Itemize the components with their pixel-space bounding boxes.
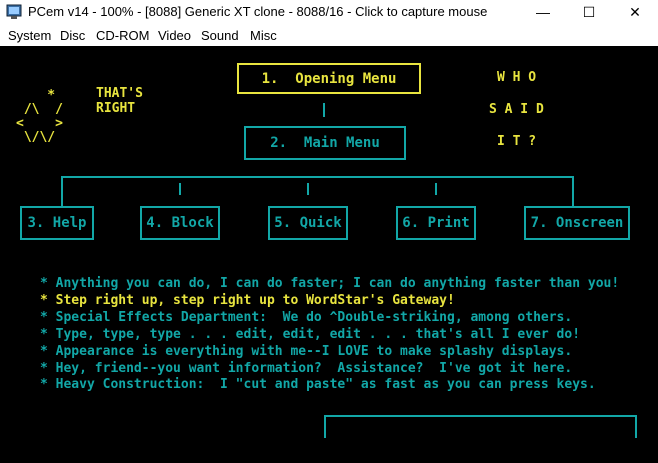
menu-sound[interactable]: Sound — [201, 28, 239, 43]
minimize-button[interactable]: — — [520, 0, 566, 25]
text-line: * Anything you can do, I can do faster; … — [40, 276, 620, 291]
connector-vertical — [323, 103, 325, 117]
help-menu-box[interactable]: 3. Help — [20, 206, 94, 240]
who-said-it-2: S A I D — [489, 102, 544, 117]
opening-menu-box[interactable]: 1. Opening Menu — [237, 63, 421, 94]
menu-disc[interactable]: Disc — [60, 28, 85, 43]
maximize-button[interactable]: ☐ — [566, 0, 612, 25]
block-menu-box[interactable]: 4. Block — [140, 206, 220, 240]
bottom-box-left-edge — [324, 415, 326, 438]
menu-cd-rom[interactable]: CD-ROM — [96, 28, 149, 43]
print-menu-box[interactable]: 6. Print — [396, 206, 476, 240]
menu-misc[interactable]: Misc — [250, 28, 277, 43]
bottom-box-right-edge — [635, 415, 637, 438]
thats-right-text-1: THAT'S — [96, 86, 143, 101]
emulator-screen[interactable]: * /\ / < > \/\/ THAT'S RIGHT W H O S A I… — [0, 46, 658, 463]
text-line: * Hey, friend--you want information? Ass… — [40, 361, 573, 376]
face-art-line4: \/\/ — [16, 130, 56, 145]
text-line: * Appearance is everything with me--I LO… — [40, 344, 573, 359]
quick-menu-box[interactable]: 5. Quick — [268, 206, 348, 240]
window-title: PCem v14 - 100% - [8088] Generic XT clon… — [28, 4, 488, 19]
close-button[interactable]: ✕ — [612, 0, 658, 25]
text-line: * Heavy Construction: I "cut and paste" … — [40, 377, 596, 392]
who-said-it-3: I T ? — [497, 134, 537, 149]
tree-branch-help — [61, 176, 63, 206]
tree-branch-onscreen — [572, 176, 574, 206]
text-line: * Type, type, type . . . edit, edit, edi… — [40, 327, 581, 342]
tree-branch-block — [179, 183, 181, 195]
thats-right-text-2: RIGHT — [96, 101, 136, 116]
main-menu-box[interactable]: 2. Main Menu — [244, 126, 406, 160]
title-bar: PCem v14 - 100% - [8088] Generic XT clon… — [0, 0, 658, 25]
menu-bar: System Disc CD-ROM Video Sound Misc — [0, 25, 658, 46]
pcem-app-icon — [6, 4, 22, 19]
onscreen-menu-box[interactable]: 7. Onscreen — [524, 206, 630, 240]
who-said-it-1: W H O — [497, 70, 537, 85]
menu-video[interactable]: Video — [158, 28, 191, 43]
text-line-highlighted: * Step right up, step right up to WordSt… — [40, 293, 455, 308]
bottom-box-top-edge — [324, 415, 637, 417]
menu-system[interactable]: System — [8, 28, 51, 43]
tree-branch-print — [435, 183, 437, 195]
text-line: * Special Effects Department: We do ^Dou… — [40, 310, 573, 325]
tree-horizontal-line — [61, 176, 574, 178]
tree-branch-quick — [307, 183, 309, 195]
